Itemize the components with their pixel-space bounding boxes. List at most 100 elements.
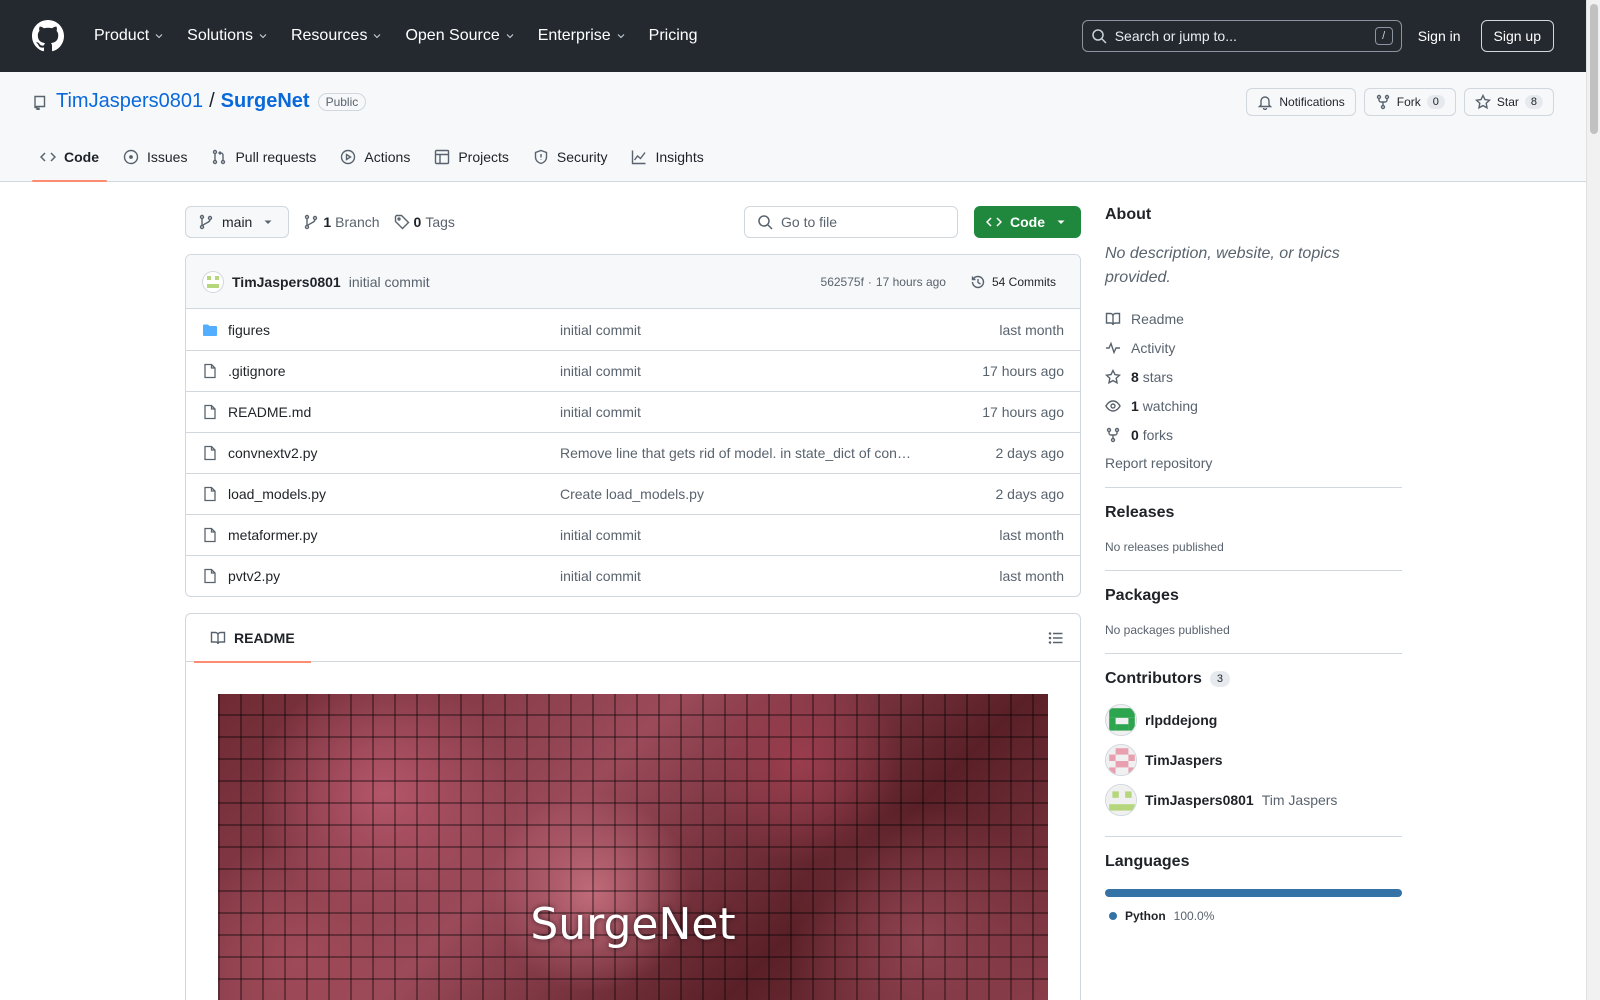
file-row-convnextv2[interactable]: convnextv2.py Remove line that gets rid …: [186, 432, 1080, 473]
latest-commit-bar: TimJaspers0801 initial commit 562575f · …: [186, 255, 1080, 309]
file-row-figures[interactable]: figures initial commit last month: [186, 309, 1080, 350]
file-commit-message[interactable]: Remove line that gets rid of model. in s…: [560, 445, 954, 461]
file-commit-message[interactable]: initial commit: [560, 404, 954, 420]
identicon-icon: [1106, 705, 1136, 735]
readme-link[interactable]: Readme: [1105, 304, 1402, 333]
file-row-metaformer[interactable]: metaformer.py initial commit last month: [186, 514, 1080, 555]
sign-in-link[interactable]: Sign in: [1418, 28, 1461, 44]
file-date: 17 hours ago: [982, 363, 1064, 379]
tab-code[interactable]: Code: [32, 132, 107, 182]
file-name-link[interactable]: README.md: [228, 404, 560, 420]
about-links: Readme Activity 8 stars 1 watching 0 for…: [1105, 304, 1402, 449]
contributor-timjaspers0801[interactable]: TimJaspers0801 Tim Jaspers: [1105, 780, 1402, 820]
scrollbar-thumb[interactable]: [1590, 4, 1598, 134]
sign-up-button[interactable]: Sign up: [1480, 20, 1554, 52]
nav-solutions[interactable]: Solutions: [181, 21, 275, 51]
language-color-dot: [1109, 912, 1117, 920]
repo-name-link[interactable]: SurgeNet: [221, 90, 310, 113]
tab-insights[interactable]: Insights: [623, 132, 711, 182]
avatar[interactable]: [202, 270, 224, 293]
watching-link[interactable]: 1 watching: [1105, 391, 1402, 420]
repo-owner-link[interactable]: TimJaspers0801: [56, 90, 203, 113]
book-icon: [1105, 312, 1121, 325]
search-icon: [1091, 29, 1107, 44]
file-name-link[interactable]: pvtv2.py: [228, 568, 560, 584]
fork-button[interactable]: Fork 0: [1363, 88, 1456, 116]
contributors-title[interactable]: Contributors: [1105, 670, 1202, 688]
file-date: last month: [999, 568, 1064, 584]
file-name-link[interactable]: figures: [228, 322, 560, 338]
surgical-mosaic: [218, 694, 1048, 1000]
meta-separator: ·: [867, 274, 872, 289]
avatar[interactable]: [1105, 704, 1137, 736]
file-row-load-models[interactable]: load_models.py Create load_models.py 2 d…: [186, 473, 1080, 514]
commit-meta: 562575f · 17 hours ago 54 Commits: [821, 270, 1064, 294]
branches-link[interactable]: 1 Branch: [303, 214, 380, 230]
file-name-link[interactable]: load_models.py: [228, 486, 560, 502]
tab-issues[interactable]: Issues: [115, 132, 195, 182]
about-description: No description, website, or topics provi…: [1105, 245, 1340, 286]
graph-icon: [632, 150, 647, 165]
commit-time: 17 hours ago: [875, 274, 946, 289]
file-icon: [204, 445, 216, 461]
github-logo-icon[interactable]: [32, 20, 64, 52]
file-commit-message[interactable]: initial commit: [560, 568, 954, 584]
chevron-down-icon: [617, 34, 625, 39]
header-actions: Search or jump to... / Sign in Sign up: [1081, 20, 1554, 52]
releases-empty: No releases published: [1105, 540, 1224, 554]
go-to-file-input[interactable]: Go to file: [744, 206, 958, 238]
tab-security[interactable]: Security: [525, 132, 616, 182]
file-row-gitignore[interactable]: .gitignore initial commit 17 hours ago: [186, 350, 1080, 391]
readme-tab[interactable]: README: [194, 614, 311, 663]
commit-author-link[interactable]: TimJaspers0801: [232, 274, 341, 290]
file-name-link[interactable]: metaformer.py: [228, 527, 560, 543]
tab-projects[interactable]: Projects: [426, 132, 517, 182]
nav-product[interactable]: Product: [88, 21, 171, 51]
contributor-timjaspers[interactable]: TimJaspers: [1105, 740, 1402, 780]
commit-hash-link[interactable]: 562575f: [821, 275, 864, 289]
repo-sidebar: About No description, website, or topics…: [1105, 206, 1402, 923]
nav-open-source[interactable]: Open Source: [399, 21, 521, 51]
tab-actions[interactable]: Actions: [332, 132, 418, 182]
page-scrollbar[interactable]: [1586, 0, 1600, 1000]
nav-enterprise[interactable]: Enterprise: [532, 21, 633, 51]
notifications-button[interactable]: Notifications: [1246, 88, 1356, 116]
global-search-input[interactable]: Search or jump to... /: [1081, 20, 1402, 52]
file-name-link[interactable]: .gitignore: [228, 363, 560, 379]
tags-link[interactable]: 0 Tags: [394, 214, 455, 230]
file-row-readme[interactable]: README.md initial commit 17 hours ago: [186, 391, 1080, 432]
file-name-link[interactable]: convnextv2.py: [228, 445, 560, 461]
caret-down-icon: [1057, 220, 1065, 224]
chevron-down-icon: [506, 34, 514, 39]
nav-pricing[interactable]: Pricing: [643, 21, 704, 51]
code-dropdown-button[interactable]: Code: [974, 206, 1081, 238]
fork-icon: [1376, 94, 1389, 110]
language-item-python[interactable]: Python 100.0%: [1105, 909, 1402, 923]
stars-link[interactable]: 8 stars: [1105, 362, 1402, 391]
nav-resources[interactable]: Resources: [285, 21, 389, 51]
branch-selector[interactable]: main: [185, 206, 290, 238]
branch-icon: [305, 214, 318, 230]
releases-title[interactable]: Releases: [1105, 504, 1402, 522]
report-repository-link[interactable]: Report repository: [1105, 455, 1402, 471]
avatar[interactable]: [1105, 744, 1137, 776]
packages-title[interactable]: Packages: [1105, 587, 1402, 605]
forks-link[interactable]: 0 forks: [1105, 420, 1402, 449]
file-commit-message[interactable]: initial commit: [560, 322, 954, 338]
file-commit-message[interactable]: Create load_models.py: [560, 486, 954, 502]
list-icon[interactable]: [1048, 630, 1064, 646]
contributor-rlpddejong[interactable]: rlpddejong: [1105, 700, 1402, 740]
star-icon: [1105, 368, 1121, 384]
file-commit-message[interactable]: initial commit: [560, 527, 954, 543]
file-icon: [204, 568, 216, 584]
file-row-pvtv2[interactable]: pvtv2.py initial commit last month: [186, 555, 1080, 596]
activity-link[interactable]: Activity: [1105, 333, 1402, 362]
commit-message-link[interactable]: initial commit: [349, 274, 430, 290]
tab-pull-requests[interactable]: Pull requests: [203, 132, 324, 182]
file-commit-message[interactable]: initial commit: [560, 363, 954, 379]
commits-history-link[interactable]: 54 Commits: [962, 270, 1064, 294]
repo-nav: Code Issues Pull requests Actions Projec…: [32, 132, 720, 182]
file-date: 2 days ago: [995, 445, 1065, 461]
avatar[interactable]: [1105, 784, 1137, 816]
star-button[interactable]: Star 8: [1463, 88, 1554, 116]
